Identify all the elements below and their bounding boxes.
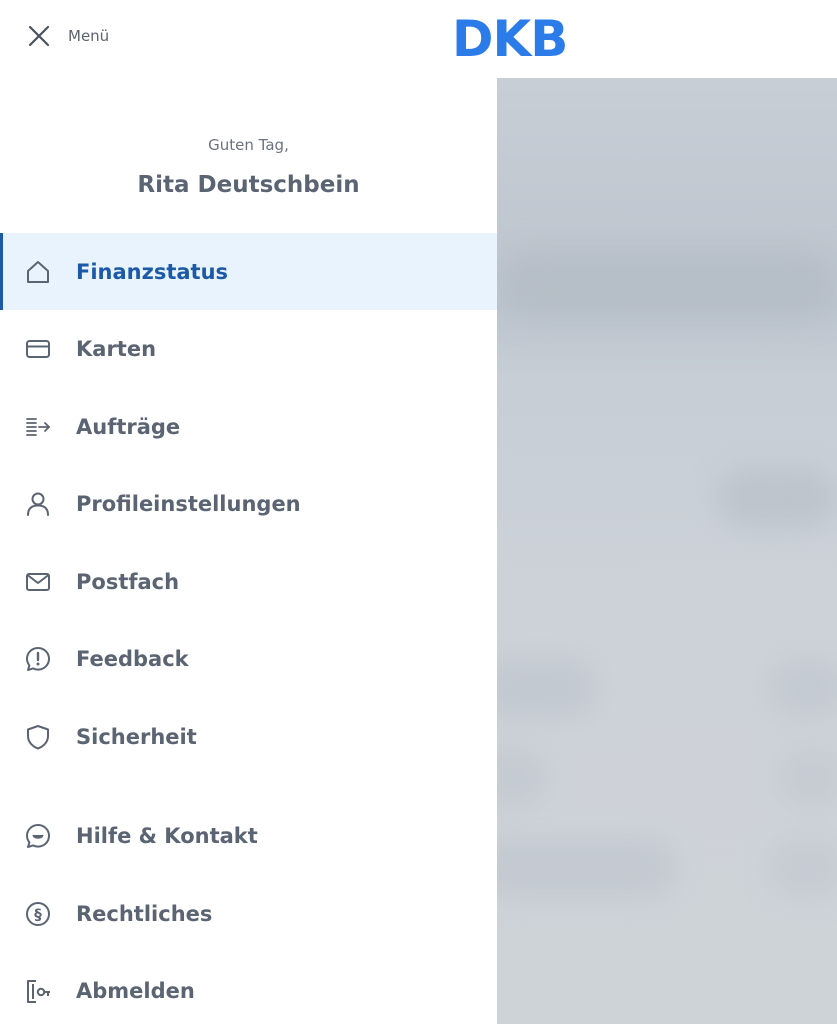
- card-icon: [22, 333, 54, 365]
- shield-icon: [22, 721, 54, 753]
- user-name: Rita Deutschbein: [137, 172, 360, 198]
- nav-item-auftraege[interactable]: Aufträge: [0, 388, 497, 465]
- nav-label: Sicherheit: [76, 724, 197, 749]
- nav-label: Postfach: [76, 569, 180, 594]
- home-icon: [22, 256, 54, 288]
- logout-icon: [22, 975, 54, 1007]
- nav-item-postfach[interactable]: Postfach: [0, 543, 497, 620]
- nav-label: Aufträge: [76, 414, 181, 439]
- close-icon: [24, 21, 54, 51]
- navigation-drawer: Guten Tag, Rita Deutschbein Finanzstatus…: [0, 78, 497, 1024]
- feedback-icon: [22, 643, 54, 675]
- nav-label: Karten: [76, 336, 157, 361]
- nav-label: Finanzstatus: [76, 259, 229, 284]
- legal-icon: §: [22, 898, 54, 930]
- top-bar: Menü DKB: [0, 0, 837, 78]
- nav-label: Feedback: [76, 646, 189, 671]
- nav-item-feedback[interactable]: Feedback: [0, 620, 497, 697]
- nav-item-abmelden[interactable]: Abmelden: [0, 952, 497, 1024]
- nav-item-profileinstellungen[interactable]: Profileinstellungen: [0, 465, 497, 542]
- nav-label: Rechtliches: [76, 901, 213, 926]
- close-menu-button[interactable]: Menü: [24, 18, 109, 54]
- menu-label: Menü: [68, 27, 110, 45]
- mail-icon: [22, 566, 54, 598]
- nav-item-hilfe-kontakt[interactable]: Hilfe & Kontakt: [0, 797, 497, 874]
- nav-item-finanzstatus[interactable]: Finanzstatus: [0, 233, 497, 310]
- nav-item-sicherheit[interactable]: Sicherheit: [0, 698, 497, 775]
- nav-label: Profileinstellungen: [76, 491, 301, 516]
- nav-label: Abmelden: [76, 978, 195, 1003]
- help-chat-icon: [22, 820, 54, 852]
- user-icon: [22, 488, 54, 520]
- greeting: Guten Tag,: [208, 136, 289, 154]
- svg-text:§: §: [34, 905, 42, 923]
- nav-label: Hilfe & Kontakt: [76, 823, 258, 848]
- transfer-icon: [22, 411, 54, 443]
- page-overlay[interactable]: [497, 78, 837, 1024]
- dkb-logo[interactable]: DKB: [452, 12, 568, 66]
- nav-item-rechtliches[interactable]: § Rechtliches: [0, 875, 497, 952]
- nav-item-karten[interactable]: Karten: [0, 310, 497, 387]
